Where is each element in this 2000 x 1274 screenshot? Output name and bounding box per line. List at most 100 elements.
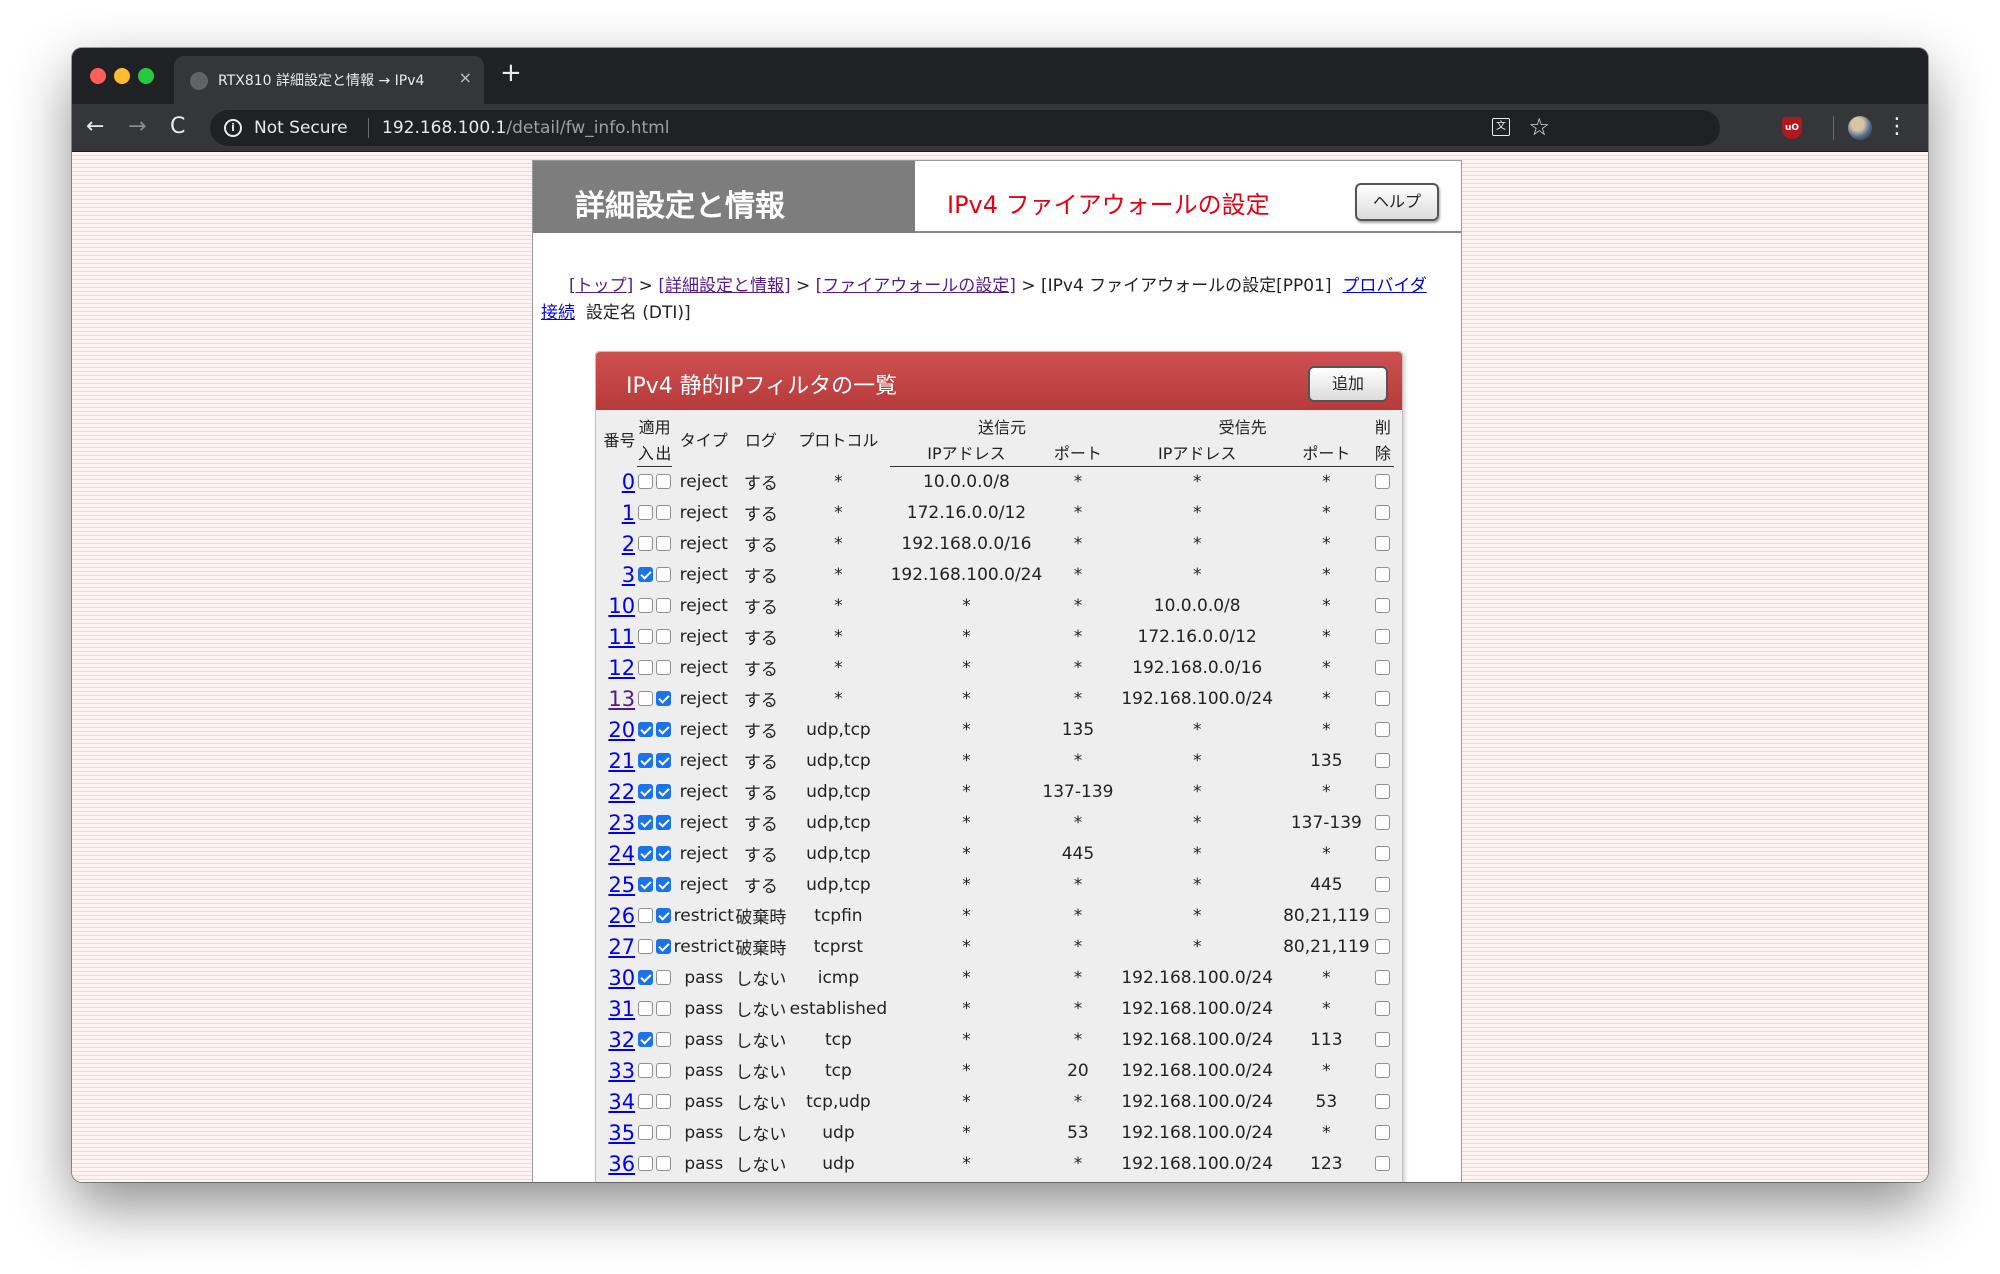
ublock-extension-icon[interactable]: uO [1782, 117, 1802, 139]
apply-in-checkbox[interactable] [638, 691, 654, 706]
apply-in-checkbox[interactable] [638, 846, 654, 861]
apply-in-checkbox[interactable] [638, 722, 654, 737]
apply-out-checkbox[interactable] [655, 784, 671, 799]
apply-in-checkbox[interactable] [638, 1001, 654, 1016]
filter-number-link[interactable]: 3 [622, 563, 635, 587]
delete-checkbox[interactable] [1375, 629, 1391, 644]
apply-in-checkbox[interactable] [638, 1032, 654, 1047]
filter-number-link[interactable]: 25 [608, 873, 635, 897]
apply-out-checkbox[interactable] [655, 1156, 671, 1171]
add-filter-button[interactable]: 追加 [1308, 366, 1388, 402]
apply-in-checkbox[interactable] [638, 784, 654, 799]
filter-number-link[interactable]: 27 [608, 935, 635, 959]
filter-number-link[interactable]: 21 [608, 749, 635, 773]
apply-out-checkbox[interactable] [655, 1125, 671, 1140]
filter-number-link[interactable]: 35 [608, 1121, 635, 1145]
delete-checkbox[interactable] [1375, 691, 1391, 706]
apply-in-checkbox[interactable] [638, 877, 654, 892]
filter-number-link[interactable]: 20 [608, 718, 635, 742]
delete-checkbox[interactable] [1375, 1094, 1391, 1109]
apply-out-checkbox[interactable] [655, 505, 671, 520]
filter-number-link[interactable]: 10 [608, 594, 635, 618]
apply-out-checkbox[interactable] [655, 815, 671, 830]
filter-number-link[interactable]: 11 [608, 625, 635, 649]
delete-checkbox[interactable] [1375, 1156, 1391, 1171]
apply-out-checkbox[interactable] [655, 629, 671, 644]
apply-in-checkbox[interactable] [638, 753, 654, 768]
delete-checkbox[interactable] [1375, 536, 1391, 551]
delete-checkbox[interactable] [1375, 722, 1391, 737]
delete-checkbox[interactable] [1375, 1063, 1391, 1078]
apply-out-checkbox[interactable] [655, 660, 671, 675]
apply-out-checkbox[interactable] [655, 877, 671, 892]
filter-number-link[interactable]: 31 [608, 997, 635, 1021]
apply-in-checkbox[interactable] [638, 1063, 654, 1078]
delete-checkbox[interactable] [1375, 505, 1391, 520]
reload-icon[interactable]: C [170, 114, 185, 140]
maximize-window-button[interactable] [138, 68, 154, 84]
delete-checkbox[interactable] [1375, 846, 1391, 861]
apply-in-checkbox[interactable] [638, 908, 654, 923]
close-window-button[interactable] [90, 68, 106, 84]
browser-tab[interactable]: RTX810 詳細設定と情報 → IPv4 × [174, 56, 484, 104]
back-icon[interactable]: ← [86, 114, 104, 140]
delete-checkbox[interactable] [1375, 1125, 1391, 1140]
apply-in-checkbox[interactable] [638, 660, 654, 675]
translate-icon[interactable]: 文 [1492, 118, 1510, 136]
filter-number-link[interactable]: 26 [608, 904, 635, 928]
delete-checkbox[interactable] [1375, 970, 1391, 985]
minimize-window-button[interactable] [114, 68, 130, 84]
apply-out-checkbox[interactable] [655, 1063, 671, 1078]
profile-avatar[interactable] [1848, 116, 1872, 140]
browser-menu-icon[interactable]: ⋮ [1886, 114, 1908, 140]
bookmark-star-icon[interactable]: ☆ [1528, 113, 1550, 141]
filter-number-link[interactable]: 36 [608, 1152, 635, 1176]
new-tab-button[interactable]: + [500, 60, 522, 86]
delete-checkbox[interactable] [1375, 908, 1391, 923]
breadcrumb-top-link[interactable]: [トップ] [569, 276, 633, 296]
apply-in-checkbox[interactable] [638, 536, 654, 551]
apply-out-checkbox[interactable] [655, 691, 671, 706]
delete-checkbox[interactable] [1375, 1001, 1391, 1016]
help-button[interactable]: ヘルプ [1355, 183, 1439, 221]
filter-number-link[interactable]: 22 [608, 780, 635, 804]
apply-in-checkbox[interactable] [638, 629, 654, 644]
apply-out-checkbox[interactable] [655, 939, 671, 954]
breadcrumb-detail-link[interactable]: [詳細設定と情報] [658, 276, 790, 296]
filter-number-link[interactable]: 24 [608, 842, 635, 866]
apply-out-checkbox[interactable] [655, 536, 671, 551]
apply-in-checkbox[interactable] [638, 970, 654, 985]
apply-in-checkbox[interactable] [638, 939, 654, 954]
delete-checkbox[interactable] [1375, 939, 1391, 954]
delete-checkbox[interactable] [1375, 474, 1391, 490]
address-bar[interactable]: i Not Secure 192.168.100.1/detail/fw_inf… [210, 110, 1720, 146]
apply-out-checkbox[interactable] [655, 1001, 671, 1016]
delete-checkbox[interactable] [1375, 877, 1391, 892]
apply-out-checkbox[interactable] [655, 567, 671, 582]
apply-out-checkbox[interactable] [655, 1032, 671, 1047]
apply-out-checkbox[interactable] [655, 1094, 671, 1109]
apply-out-checkbox[interactable] [655, 722, 671, 737]
apply-in-checkbox[interactable] [638, 567, 654, 582]
delete-checkbox[interactable] [1375, 598, 1391, 613]
filter-number-link[interactable]: 34 [608, 1090, 635, 1114]
apply-in-checkbox[interactable] [638, 598, 654, 613]
apply-in-checkbox[interactable] [638, 1125, 654, 1140]
breadcrumb-provider-link[interactable]: プロバイダ [1342, 276, 1426, 296]
apply-in-checkbox[interactable] [638, 1156, 654, 1171]
apply-out-checkbox[interactable] [655, 970, 671, 985]
filter-number-link[interactable]: 13 [608, 687, 635, 711]
delete-checkbox[interactable] [1375, 784, 1391, 799]
filter-number-link[interactable]: 12 [608, 656, 635, 680]
url-text[interactable]: 192.168.100.1/detail/fw_info.html [382, 118, 669, 138]
close-tab-icon[interactable]: × [459, 68, 472, 87]
apply-in-checkbox[interactable] [638, 1094, 654, 1109]
delete-checkbox[interactable] [1375, 815, 1391, 830]
filter-number-link[interactable]: 2 [622, 532, 635, 556]
apply-in-checkbox[interactable] [638, 474, 654, 490]
filter-number-link[interactable]: 23 [608, 811, 635, 835]
filter-number-link[interactable]: 0 [622, 470, 635, 494]
filter-number-link[interactable]: 32 [608, 1028, 635, 1052]
delete-checkbox[interactable] [1375, 660, 1391, 675]
breadcrumb-provider-link-cont[interactable]: 接続 [541, 303, 575, 323]
